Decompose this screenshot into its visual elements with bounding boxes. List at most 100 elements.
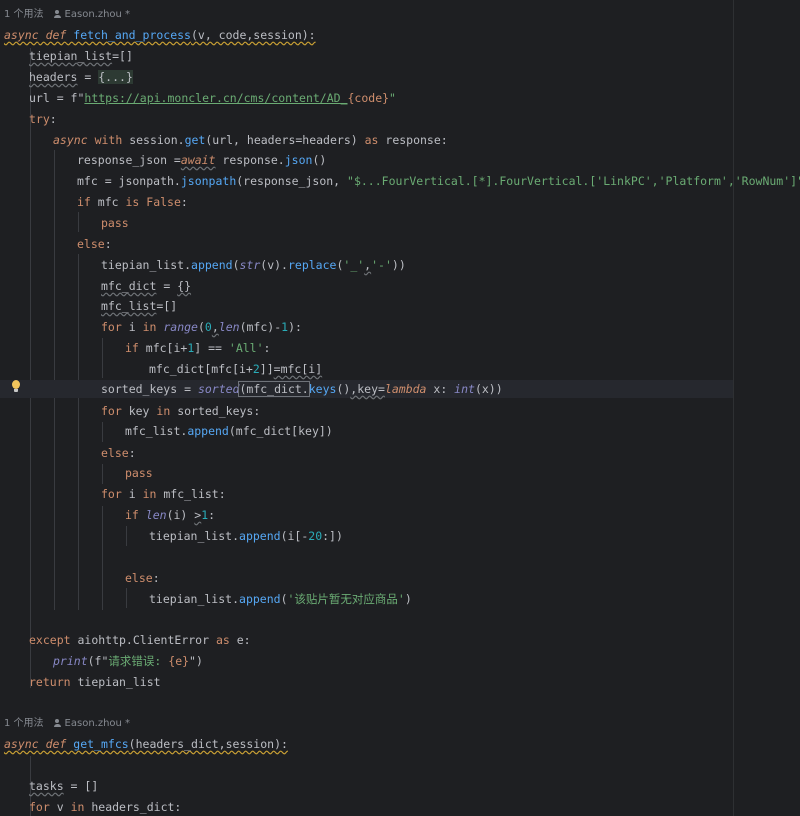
number: 20 — [308, 529, 323, 543]
code-line[interactable]: mfc_list.append(mfc_dict[key]) — [125, 422, 333, 440]
keyword: pass — [125, 466, 153, 480]
code-text: ( — [280, 592, 288, 606]
code-text: tiepian_list. — [149, 592, 240, 606]
code-line[interactable]: for i in range(0,len(mfc)-1): — [101, 318, 302, 336]
code-line[interactable]: except aiohttp.ClientError as e: — [29, 631, 251, 649]
code-text: tiepian_list — [70, 675, 161, 689]
identifier: headers — [29, 70, 78, 84]
code-line[interactable]: pass — [125, 464, 153, 482]
code-line[interactable]: tiepian_list.append(str(v).replace('_','… — [101, 256, 406, 274]
code-text: key — [121, 404, 157, 418]
identifier: mfc_dict — [101, 279, 157, 293]
code-line[interactable]: async def fetch_and_process(v, code,sess… — [4, 26, 316, 44]
indent-guide — [102, 338, 103, 378]
code-line[interactable]: tiepian_list=[] — [29, 47, 133, 65]
keyword: def — [45, 28, 67, 42]
keyword: try — [29, 112, 50, 126]
keyword: pass — [101, 216, 129, 230]
url-link[interactable]: https://api.moncler.cn/cms/content/AD_ — [84, 91, 347, 105]
code-text: mfc — [90, 195, 126, 209]
code-line[interactable]: tasks = [] — [29, 777, 98, 795]
author-name[interactable]: Eason.zhou * — [65, 718, 131, 729]
code-line[interactable]: pass — [101, 214, 129, 232]
keyword: for — [29, 800, 50, 814]
code-text: sorted_keys: — [170, 404, 261, 418]
code-line[interactable]: if mfc is False: — [77, 193, 188, 211]
method: append — [239, 529, 281, 543]
fstring-expr: {e} — [168, 654, 190, 668]
usages-count[interactable]: 1 个用法 — [4, 718, 44, 729]
code-text: x: — [426, 382, 455, 396]
string: 'All' — [228, 341, 264, 355]
function-name: get_mfcs — [73, 737, 129, 751]
code-line[interactable]: print(f"请求错误: {e}") — [53, 652, 203, 670]
code-line[interactable]: for v in headers_dict: — [29, 798, 181, 816]
code-line[interactable]: mfc = jsonpath.jsonpath(response_json, "… — [77, 172, 800, 190]
code-line[interactable]: mfc_dict[mfc[i+2]]=mfc[i] — [149, 360, 322, 378]
keyword: else — [125, 571, 153, 585]
code-line[interactable]: mfc_list=[] — [101, 297, 177, 315]
code-text: (url, headers=headers) — [205, 133, 365, 147]
code-text: (mfc)- — [239, 320, 282, 334]
folded-block[interactable]: {...} — [98, 70, 133, 84]
keyword: return — [29, 675, 71, 689]
code-line[interactable]: return tiepian_list — [29, 673, 161, 691]
code-text: mfc_list. — [125, 424, 188, 438]
code-text: tiepian_list. — [149, 529, 240, 543]
keyword: in — [70, 800, 85, 814]
keyword: def — [45, 737, 67, 751]
lightbulb-icon[interactable] — [11, 380, 21, 394]
code-text: )) — [391, 258, 406, 272]
keyword: for — [101, 404, 122, 418]
code-line[interactable]: url = f"https://api.moncler.cn/cms/conte… — [29, 89, 396, 107]
code-line[interactable]: sorted_keys = sorted(mfc_dict.keys(),key… — [101, 380, 503, 398]
user-icon — [53, 10, 61, 18]
code-text: (i[- — [280, 529, 309, 543]
code-line[interactable]: for key in sorted_keys: — [101, 402, 260, 420]
builtin: int — [454, 382, 475, 396]
code-text: ): — [288, 320, 302, 334]
code-line[interactable]: tiepian_list.append('该贴片暂无对应商品') — [149, 590, 412, 608]
code-text: () — [336, 382, 351, 396]
code-line[interactable]: async def get_mfcs(headers_dict,session)… — [4, 735, 288, 753]
usage-hint[interactable]: 1 个用法 Eason.zhou * — [4, 7, 130, 23]
code-text: ( — [232, 258, 240, 272]
code-line[interactable]: tiepian_list.append(i[-20:]) — [149, 527, 343, 545]
code-text: (f" — [87, 654, 109, 668]
code-text: e: — [229, 633, 251, 647]
code-text: (i) — [166, 508, 195, 522]
code-line[interactable]: async with session.get(url, headers=head… — [53, 131, 448, 149]
usage-hint[interactable]: 1 个用法 Eason.zhou * — [4, 716, 130, 732]
code-line[interactable]: headers = {...} — [29, 68, 133, 86]
builtin: sorted — [197, 382, 240, 396]
indent-guide — [126, 526, 127, 546]
keyword: lambda — [384, 382, 427, 396]
code-line[interactable]: else: — [125, 569, 160, 587]
keyword: in — [142, 487, 157, 501]
code-line[interactable]: if mfc[i+1] == 'All': — [125, 339, 270, 357]
fstring-expr: {code} — [347, 91, 390, 105]
code-line[interactable]: if len(i) >1: — [125, 506, 215, 524]
method: append — [191, 258, 233, 272]
string: 请求错误: — [108, 654, 169, 668]
method: keys — [308, 382, 337, 396]
keyword: async — [4, 28, 39, 42]
code-text: (v). — [260, 258, 288, 272]
user-icon — [53, 719, 61, 727]
author-name[interactable]: Eason.zhou * — [65, 9, 131, 20]
right-margin-guide — [733, 0, 734, 816]
string: '该贴片暂无对应商品' — [287, 592, 405, 606]
usages-count[interactable]: 1 个用法 — [4, 9, 44, 20]
code-text: mfc[i+ — [138, 341, 188, 355]
keyword: False — [146, 195, 181, 209]
code-text: mfc = jsonpath. — [77, 174, 181, 188]
code-text: ( — [197, 320, 205, 334]
code-line[interactable]: else: — [77, 235, 112, 253]
code-line[interactable]: response_json =await response.json() — [77, 151, 326, 169]
code-line[interactable]: for i in mfc_list: — [101, 485, 226, 503]
code-line[interactable]: else: — [101, 444, 136, 462]
code-line[interactable]: try: — [29, 110, 57, 128]
code-text: ) — [404, 592, 412, 606]
code-editor[interactable]: 1 个用法 Eason.zhou * async def fetch_and_pr… — [0, 0, 800, 816]
code-line[interactable]: mfc_dict = {} — [101, 277, 191, 295]
